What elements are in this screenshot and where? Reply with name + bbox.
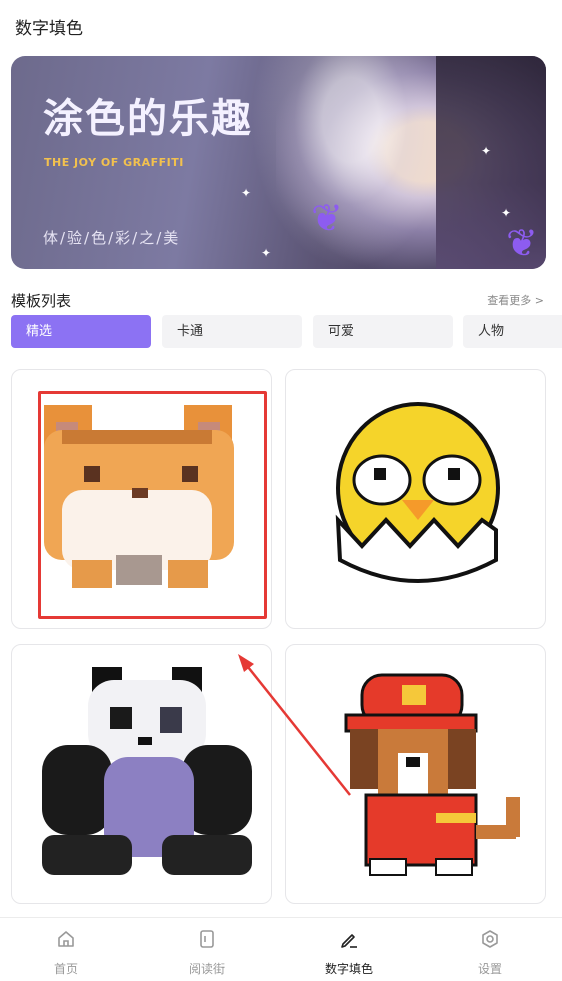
page-title: 数字填色 xyxy=(15,19,83,39)
sparkle-icon: ✦ xyxy=(501,206,512,220)
pixel-dog-image xyxy=(344,673,520,876)
nav-label-reading: 阅读街 xyxy=(188,962,225,976)
home-icon xyxy=(58,931,74,947)
hero-banner[interactable]: ✦ ✦ ✦ ✦ ❦ ❦ 涂色的乐趣 THE JOY OF GRAFFITI 体/… xyxy=(11,56,546,269)
pen-icon xyxy=(341,934,357,948)
sparkle-icon: ✦ xyxy=(261,246,272,260)
nav-item-reading[interactable]: 阅读街 xyxy=(162,928,252,977)
view-more-link[interactable]: 查看更多 > xyxy=(487,292,544,308)
nav-label-settings: 设置 xyxy=(477,962,502,976)
annotation-highlight-box xyxy=(38,391,267,619)
book-icon xyxy=(200,930,214,948)
bottom-nav: 首页 阅读街 数字填色 设置 xyxy=(0,917,562,981)
sparkle-icon: ✦ xyxy=(241,186,252,200)
banner-illustration-hair xyxy=(251,56,451,269)
nav-item-color-fill[interactable]: 数字填色 xyxy=(304,928,394,977)
section-title: 模板列表 xyxy=(11,292,72,310)
tab-featured[interactable]: 精选 xyxy=(11,315,151,348)
pixel-chick-image xyxy=(335,402,500,583)
nav-item-settings[interactable]: 设置 xyxy=(445,928,535,977)
tab-people[interactable]: 人物 xyxy=(463,315,562,348)
settings-icon xyxy=(482,930,498,948)
nav-item-home[interactable]: 首页 xyxy=(21,928,111,977)
tab-cartoon[interactable]: 卡通 xyxy=(162,315,302,348)
template-card-panda[interactable] xyxy=(11,644,272,904)
sparkle-icon: ✦ xyxy=(481,144,492,158)
template-card-chick[interactable] xyxy=(285,369,546,629)
butterfly-icon: ❦ xyxy=(506,221,538,265)
pixel-panda-image xyxy=(42,667,252,875)
tab-cute[interactable]: 可爱 xyxy=(313,315,453,348)
nav-label-home: 首页 xyxy=(53,962,78,976)
category-tabs: 精选 卡通 可爱 人物 xyxy=(11,315,562,348)
butterfly-icon: ❦ xyxy=(311,196,343,240)
banner-title: 涂色的乐趣 xyxy=(43,96,253,142)
nav-label-color-fill: 数字填色 xyxy=(324,962,373,976)
banner-subtitle: THE JOY OF GRAFFITI xyxy=(44,156,184,169)
banner-tagline: 体/验/色/彩/之/美 xyxy=(43,229,181,247)
template-card-dog[interactable] xyxy=(285,644,546,904)
